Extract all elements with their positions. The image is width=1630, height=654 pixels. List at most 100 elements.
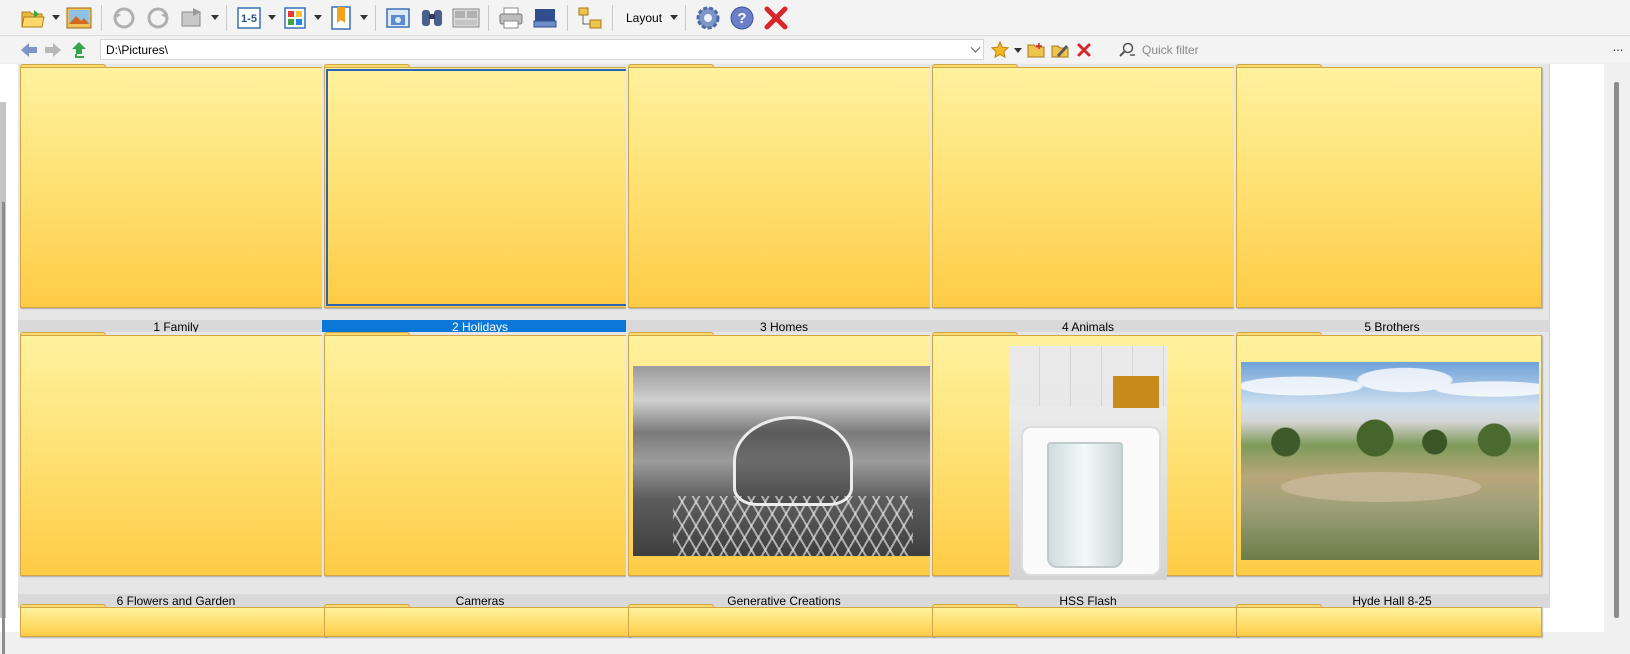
compare-icon bbox=[452, 8, 480, 27]
arrow-right-icon bbox=[45, 43, 61, 57]
rating-icon: 1-5 bbox=[237, 6, 261, 29]
star-icon bbox=[991, 41, 1009, 59]
more-options-button[interactable]: ... bbox=[1608, 39, 1628, 59]
quick-filter-input[interactable]: Quick filter bbox=[1116, 39, 1592, 60]
back-button[interactable] bbox=[16, 38, 42, 62]
image-icon bbox=[66, 7, 92, 28]
folder-tree-button[interactable] bbox=[573, 3, 607, 33]
layout-label: Layout bbox=[626, 10, 663, 25]
bookmark-dropdown[interactable] bbox=[358, 3, 370, 33]
arrow-left-icon bbox=[21, 43, 37, 57]
transform-dropdown[interactable] bbox=[209, 3, 221, 33]
delete-icon bbox=[1077, 43, 1091, 57]
folder-item-partial[interactable] bbox=[1234, 604, 1550, 637]
folder-icon bbox=[20, 64, 326, 308]
color-grid-icon bbox=[284, 6, 306, 29]
camera-icon bbox=[386, 7, 410, 28]
new-folder-button[interactable] bbox=[1024, 38, 1048, 62]
rotate-left-icon bbox=[113, 7, 135, 28]
folder-preview-image bbox=[1009, 346, 1167, 580]
transform-button[interactable] bbox=[175, 3, 209, 33]
folder-item-partial[interactable] bbox=[930, 604, 1246, 637]
folder-item-selected[interactable]: 2 Holidays bbox=[322, 64, 638, 334]
scrollbar-thumb[interactable] bbox=[1614, 82, 1619, 618]
folder-icon bbox=[628, 332, 934, 576]
thumbnail-grid: 1 Family 2 Holidays 3 Homes 4 Animals 5 … bbox=[18, 64, 1600, 637]
image-editor-button[interactable] bbox=[62, 3, 96, 33]
main-toolbar: 1-5 Layout ? bbox=[0, 0, 1630, 36]
printer-icon bbox=[499, 7, 523, 28]
folder-icon bbox=[20, 332, 326, 576]
up-folder-button[interactable] bbox=[66, 38, 92, 62]
layout-menu[interactable]: Layout bbox=[618, 3, 668, 33]
folder-item-partial[interactable] bbox=[322, 604, 638, 637]
folder-icon bbox=[1236, 64, 1542, 308]
vertical-scrollbar[interactable] bbox=[1604, 64, 1630, 632]
favorites-dropdown[interactable] bbox=[1012, 38, 1024, 62]
folder-item[interactable]: HSS Flash bbox=[930, 332, 1246, 608]
exit-button[interactable] bbox=[759, 3, 793, 33]
path-history-dropdown[interactable] bbox=[969, 43, 981, 57]
edit-icon bbox=[1051, 45, 1069, 58]
path-input[interactable]: D:\Pictures\ bbox=[100, 39, 984, 60]
address-actions bbox=[988, 37, 1096, 63]
rating-dropdown[interactable] bbox=[266, 3, 278, 33]
favorites-button[interactable] bbox=[988, 38, 1012, 62]
open-folder-button[interactable] bbox=[16, 3, 50, 33]
folder-item-partial[interactable] bbox=[18, 604, 334, 637]
quick-filter-placeholder: Quick filter bbox=[1142, 42, 1199, 57]
new-folder-icon bbox=[1027, 43, 1045, 58]
scan-button[interactable] bbox=[528, 3, 562, 33]
folder-item[interactable]: 6 Flowers and Garden bbox=[18, 332, 334, 608]
svg-text:?: ? bbox=[737, 10, 746, 27]
bookmark-icon bbox=[331, 5, 351, 30]
compare-button[interactable] bbox=[449, 3, 483, 33]
open-folder-dropdown[interactable] bbox=[50, 3, 62, 33]
folder-item[interactable]: 1 Family bbox=[18, 64, 334, 334]
rotate-right-button[interactable] bbox=[141, 3, 175, 33]
rotate-right-icon bbox=[147, 7, 169, 28]
toolbar-separator bbox=[375, 4, 376, 31]
layout-dropdown[interactable] bbox=[668, 3, 680, 33]
left-panel-splitter[interactable] bbox=[2, 202, 5, 654]
arrow-up-icon bbox=[72, 42, 86, 58]
folder-open-icon bbox=[21, 9, 45, 27]
folder-item[interactable]: Cameras bbox=[322, 332, 638, 608]
delete-button[interactable] bbox=[1072, 38, 1096, 62]
print-button[interactable] bbox=[494, 3, 528, 33]
scanner-icon bbox=[533, 8, 557, 27]
folder-item[interactable]: 4 Animals bbox=[930, 64, 1246, 334]
folder-icon bbox=[1236, 332, 1542, 576]
folder-item[interactable]: Hyde Hall 8-25 bbox=[1234, 332, 1550, 608]
rename-button[interactable] bbox=[1048, 38, 1072, 62]
rotate-left-button[interactable] bbox=[107, 3, 141, 33]
close-icon bbox=[764, 6, 788, 29]
color-labels-dropdown[interactable] bbox=[312, 3, 324, 33]
color-labels-button[interactable] bbox=[278, 3, 312, 33]
forward-button[interactable] bbox=[40, 38, 66, 62]
gear-icon bbox=[696, 6, 720, 29]
folder-icon bbox=[932, 332, 1238, 580]
folder-tree-icon bbox=[578, 7, 602, 28]
folder-item[interactable]: 5 Brothers bbox=[1234, 64, 1550, 334]
help-icon: ? bbox=[730, 6, 754, 29]
toolbar-separator bbox=[567, 4, 568, 31]
left-panel-edge[interactable] bbox=[0, 102, 6, 654]
toolbar-separator bbox=[612, 4, 613, 31]
bookmark-button[interactable] bbox=[324, 3, 358, 33]
rating-button[interactable]: 1-5 bbox=[232, 3, 266, 33]
filter-search-icon bbox=[1116, 40, 1138, 60]
toolbar-separator bbox=[488, 4, 489, 31]
path-text: D:\Pictures\ bbox=[106, 42, 169, 57]
folder-item[interactable]: 3 Homes bbox=[626, 64, 942, 334]
binoculars-icon bbox=[422, 9, 442, 26]
help-button[interactable]: ? bbox=[725, 3, 759, 33]
find-button[interactable] bbox=[415, 3, 449, 33]
folder-icon bbox=[932, 64, 1238, 308]
folder-icon bbox=[628, 64, 934, 308]
screenshot-button[interactable] bbox=[381, 3, 415, 33]
settings-button[interactable] bbox=[691, 3, 725, 33]
folder-item-partial[interactable] bbox=[626, 604, 942, 637]
folder-item[interactable]: Generative Creations bbox=[626, 332, 942, 608]
thumbnail-view: 1 Family 2 Holidays 3 Homes 4 Animals 5 … bbox=[0, 64, 1630, 654]
